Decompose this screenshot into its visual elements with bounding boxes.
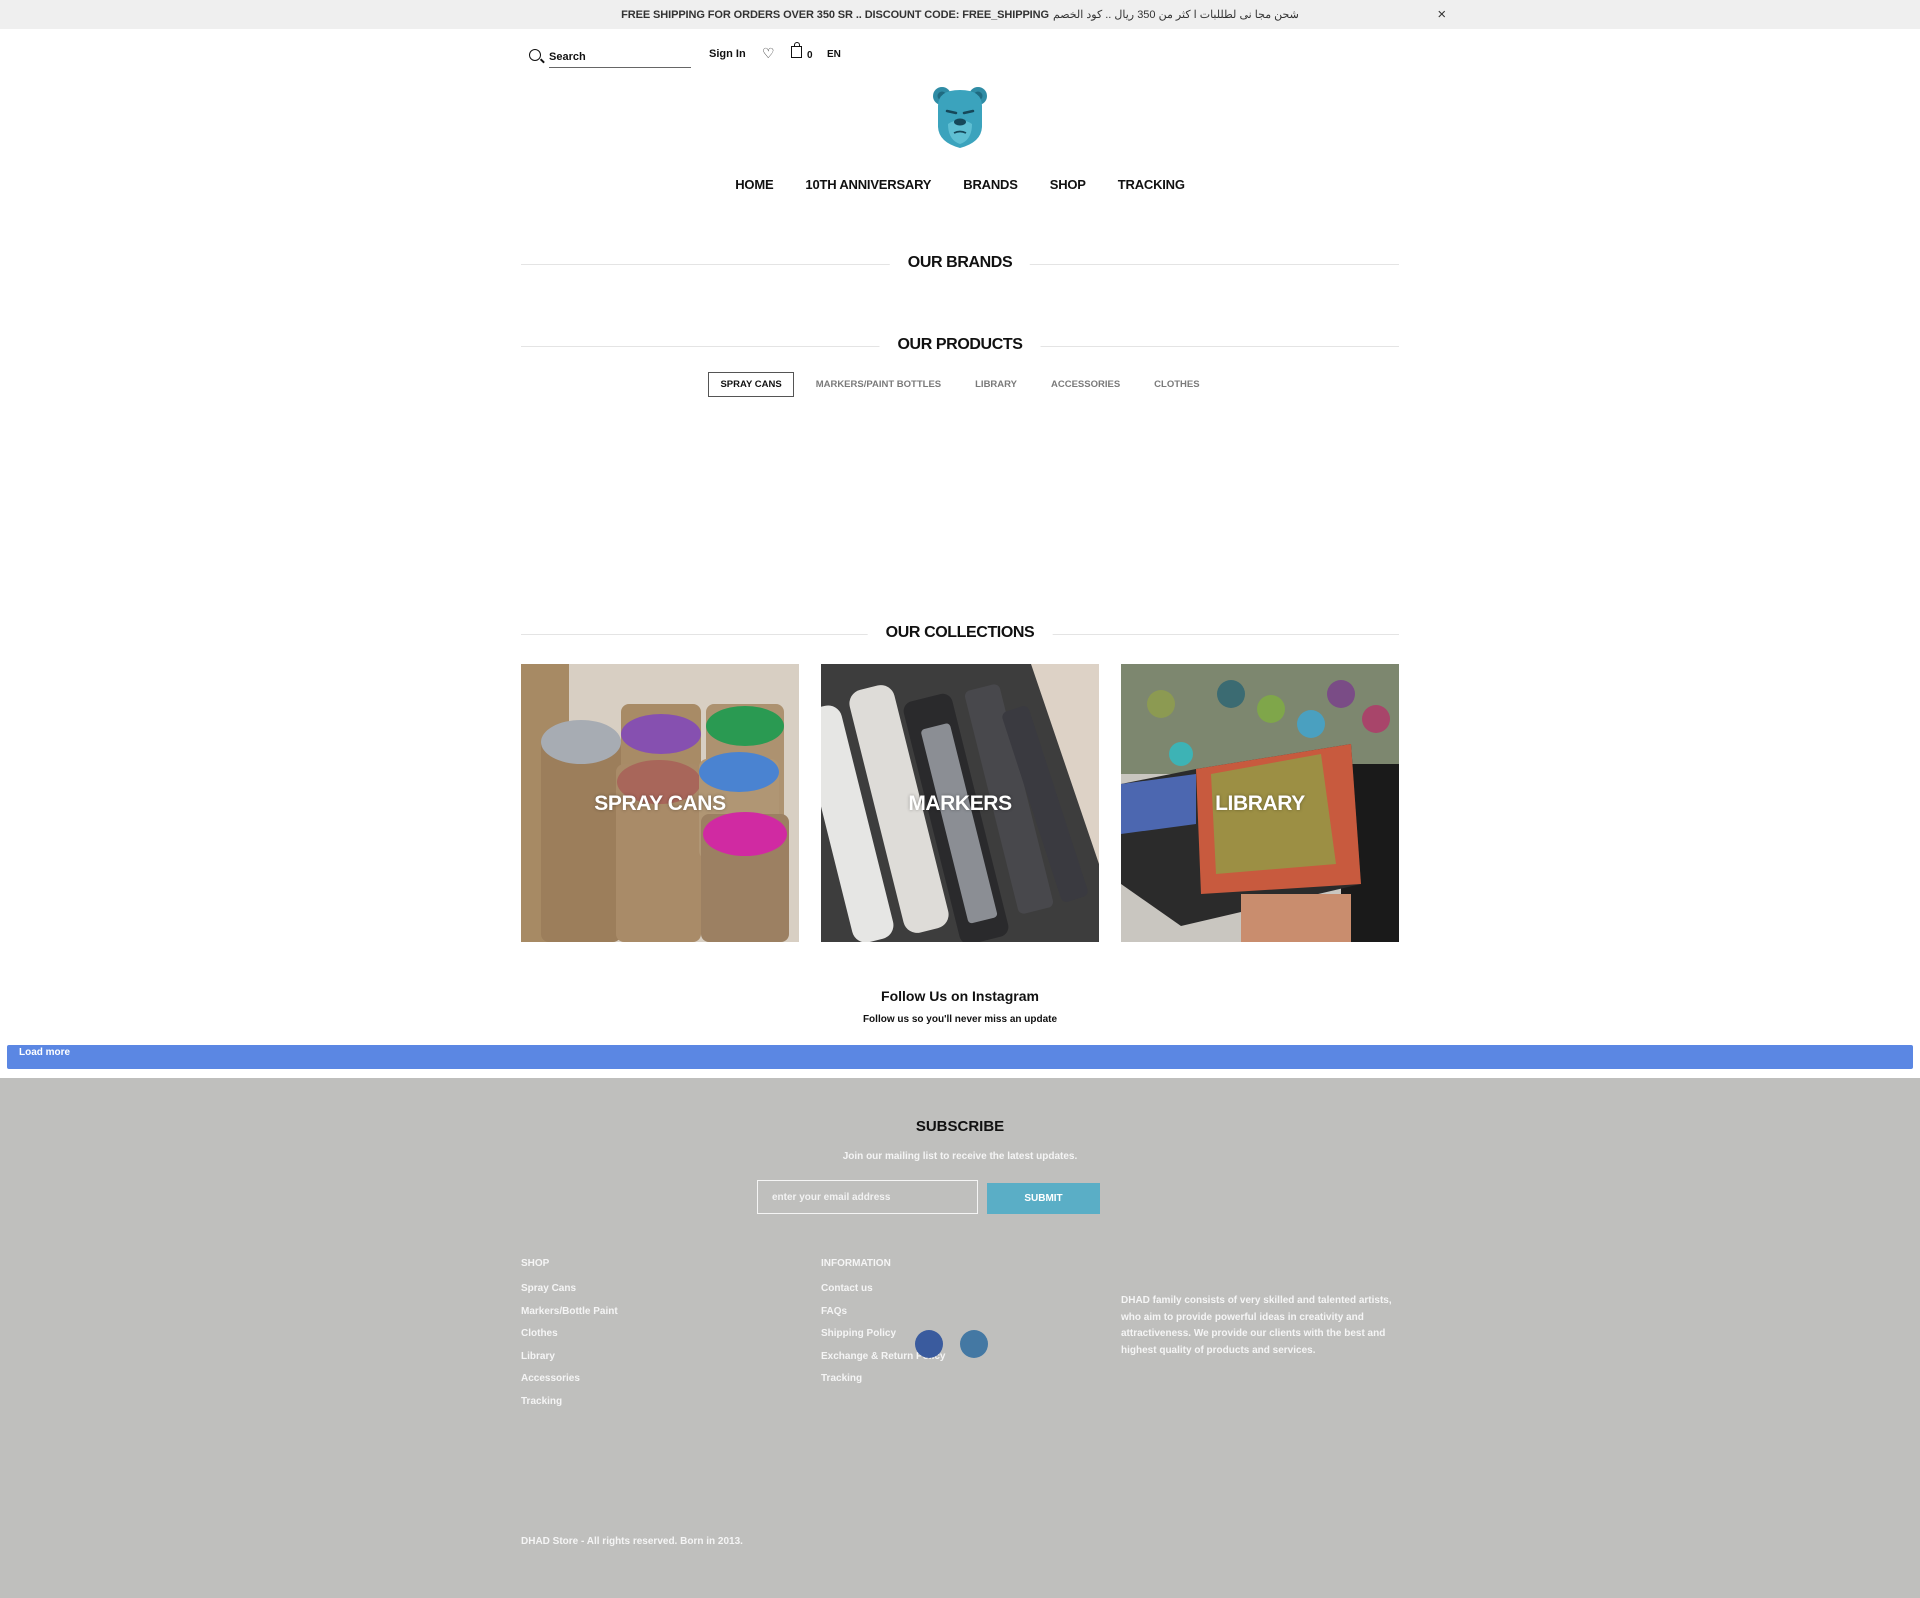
footer-shop-title: SHOP	[521, 1258, 550, 1269]
copyright-text: DHAD Store - All rights reserved. Born i…	[521, 1536, 743, 1547]
footer-link-library[interactable]: Library	[521, 1351, 618, 1364]
wishlist-heart-icon[interactable]: ♡	[762, 45, 775, 62]
announcement-bar: FREE SHIPPING FOR ORDERS OVER 350 SR .. …	[0, 0, 1920, 29]
brands-section-header: OUR BRANDS	[521, 250, 1399, 280]
cart-count: 0	[807, 50, 813, 61]
shopping-bag-icon[interactable]	[791, 42, 802, 58]
product-tabs: SPRAY CANS MARKERS/PAINT BOTTLES LIBRARY…	[0, 372, 1920, 397]
collection-label: MARKERS	[908, 792, 1012, 815]
subscribe-title: SUBSCRIBE	[915, 1118, 1005, 1135]
footer-link-clothes[interactable]: Clothes	[521, 1328, 618, 1341]
announcement-text-en: FREE SHIPPING FOR ORDERS OVER 350 SR .. …	[621, 8, 1049, 21]
footer-link-contact-us[interactable]: Contact us	[821, 1283, 945, 1296]
search-input[interactable]	[549, 46, 691, 68]
collections-section-header: OUR COLLECTIONS	[521, 620, 1399, 650]
load-more-button[interactable]: Load more	[7, 1045, 1913, 1069]
collection-label: SPRAY CANS	[594, 792, 726, 815]
tab-markers-paint-bottles[interactable]: MARKERS/PAINT BOTTLES	[804, 372, 953, 397]
nav-item-10th-anniversary[interactable]: 10TH ANNIVERSARY	[805, 177, 931, 192]
collections-title: OUR COLLECTIONS	[867, 624, 1053, 642]
products-title: OUR PRODUCTS	[879, 336, 1041, 354]
footer-link-faqs[interactable]: FAQs	[821, 1306, 945, 1319]
main-nav: HOME 10TH ANNIVERSARY BRANDS SHOP TRACKI…	[0, 177, 1920, 192]
submit-button[interactable]: SUBMIT	[987, 1183, 1100, 1214]
search-box	[521, 46, 691, 68]
tab-library[interactable]: LIBRARY	[963, 372, 1029, 397]
bear-logo-icon[interactable]	[930, 84, 990, 150]
collection-card-markers[interactable]: MARKERS	[821, 664, 1099, 942]
header-utility-bar: Sign In ♡ 0 EN	[521, 40, 1121, 70]
collection-label: LIBRARY	[1215, 792, 1305, 815]
tab-spray-cans[interactable]: SPRAY CANS	[708, 372, 794, 397]
footer-link-markers-bottle-paint[interactable]: Markers/Bottle Paint	[521, 1306, 618, 1319]
tab-accessories[interactable]: ACCESSORIES	[1039, 372, 1132, 397]
subscribe-text: Join our mailing list to receive the lat…	[842, 1151, 1078, 1162]
twitter-icon[interactable]	[960, 1330, 988, 1358]
footer-information-column: INFORMATION Contact us FAQs Shipping Pol…	[821, 1258, 945, 1396]
tab-clothes[interactable]: CLOTHES	[1142, 372, 1211, 397]
nav-item-brands[interactable]: BRANDS	[963, 177, 1018, 192]
footer-link-spray-cans[interactable]: Spray Cans	[521, 1283, 618, 1296]
close-icon[interactable]: ×	[1437, 6, 1446, 23]
products-section-header: OUR PRODUCTS	[521, 332, 1399, 362]
footer-link-tracking[interactable]: Tracking	[521, 1396, 618, 1409]
announcement-text-ar: شحن مجا نى لطللبات ا كثر من 350 ريال .. …	[1052, 9, 1299, 21]
collection-card-spray-cans[interactable]: SPRAY CANS	[521, 664, 799, 942]
email-input[interactable]	[757, 1180, 978, 1214]
brands-title: OUR BRANDS	[889, 254, 1031, 272]
nav-item-tracking[interactable]: TRACKING	[1118, 177, 1185, 192]
nav-item-shop[interactable]: SHOP	[1050, 177, 1086, 192]
collection-card-library[interactable]: LIBRARY	[1121, 664, 1399, 942]
nav-item-home[interactable]: HOME	[735, 177, 773, 192]
footer-about-text: DHAD family consists of very skilled and…	[1121, 1295, 1392, 1356]
collections-grid: SPRAY CANS MARKERS LIBRARY	[521, 664, 1399, 942]
search-icon[interactable]	[529, 49, 541, 61]
instagram-subtitle: Follow us so you'll never miss an update	[862, 1014, 1058, 1025]
footer-link-accessories[interactable]: Accessories	[521, 1373, 618, 1386]
footer-information-title: INFORMATION	[821, 1258, 891, 1269]
language-switch[interactable]: EN	[827, 49, 841, 60]
sign-in-link[interactable]: Sign In	[709, 48, 746, 60]
instagram-title: Follow Us on Instagram	[881, 988, 1039, 1004]
footer-shop-column: SHOP Spray Cans Markers/Bottle Paint Clo…	[521, 1258, 618, 1418]
footer-link-info-tracking[interactable]: Tracking	[821, 1373, 945, 1386]
facebook-icon[interactable]	[915, 1330, 943, 1358]
